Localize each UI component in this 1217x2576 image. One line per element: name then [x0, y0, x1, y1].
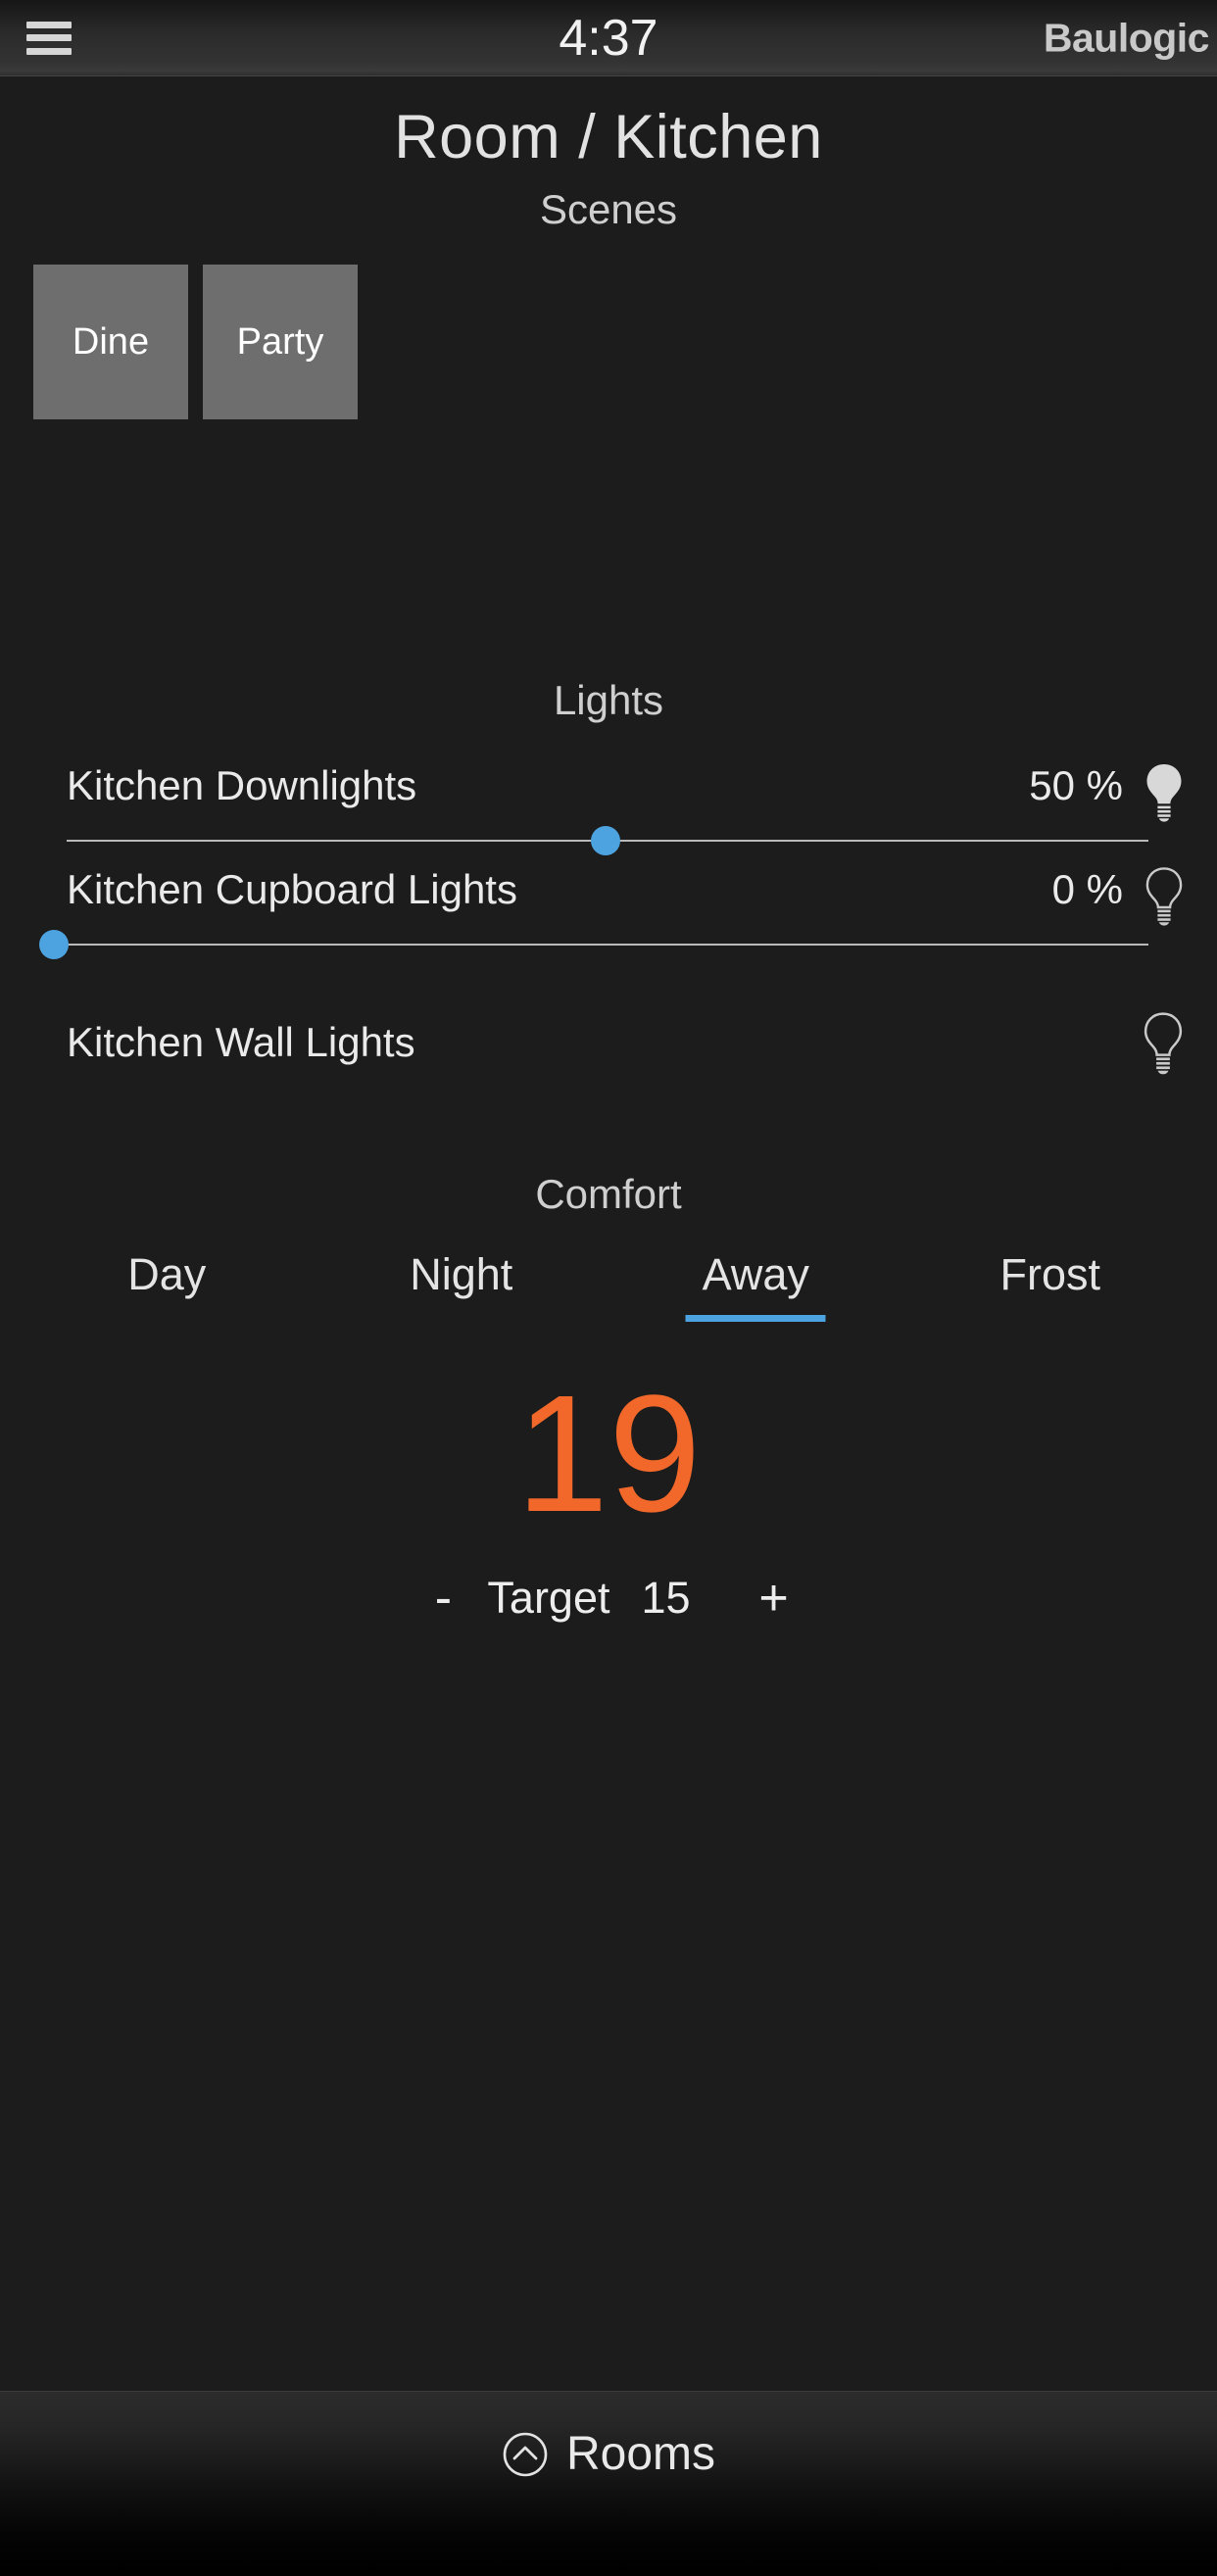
comfort-tab-label: Frost: [999, 1249, 1100, 1299]
light-row-header: Kitchen Wall Lights: [67, 969, 1184, 1116]
comfort-tab-label: Night: [410, 1249, 513, 1299]
lightbulb-filled-icon[interactable]: [1143, 761, 1186, 822]
lights-heading: Lights: [553, 677, 664, 723]
comfort-tab-away[interactable]: Away: [608, 1249, 903, 1322]
light-row: Kitchen Cupboard Lights 0 %: [0, 865, 1217, 969]
bottom-bar[interactable]: Rooms: [0, 2391, 1217, 2576]
lightbulb-outline-icon[interactable]: [1143, 865, 1186, 926]
app-root: 4:37 Baulogic Room / Kitchen Scenes Dine…: [0, 0, 1217, 2576]
comfort-tab-label: Away: [702, 1249, 809, 1299]
rooms-button[interactable]: Rooms: [502, 2431, 715, 2478]
page-title: Room / Kitchen: [394, 103, 823, 171]
lights-list: Kitchen Downlights 50 % Kitchen Cupboard…: [0, 761, 1217, 1116]
light-name: Kitchen Cupboard Lights: [67, 866, 517, 912]
scene-tile-label: Dine: [72, 320, 150, 363]
slider-track: [67, 944, 1148, 946]
current-temperature: 19: [515, 1361, 702, 1547]
brand-logo: Baulogic: [1043, 15, 1210, 60]
light-row: Kitchen Wall Lights: [0, 969, 1217, 1116]
status-clock: 4:37: [559, 9, 658, 67]
target-label: Target: [487, 1573, 610, 1623]
slider-thumb[interactable]: [39, 930, 69, 959]
comfort-tab-night[interactable]: Night: [315, 1249, 609, 1322]
light-row-header: Kitchen Cupboard Lights 0 %: [67, 865, 1184, 926]
scenes-heading: Scenes: [539, 186, 678, 232]
light-percent: 0 %: [1051, 866, 1123, 912]
scene-tile-party[interactable]: Party: [203, 265, 358, 419]
slider-thumb[interactable]: [591, 826, 620, 855]
light-row: Kitchen Downlights 50 %: [0, 761, 1217, 865]
scene-tile-dine[interactable]: Dine: [33, 265, 188, 419]
comfort-tab-list: Day Night Away Frost: [0, 1249, 1217, 1322]
comfort-tab-frost[interactable]: Frost: [903, 1249, 1198, 1322]
top-bar: 4:37 Baulogic: [0, 0, 1217, 76]
target-increase-button[interactable]: +: [730, 1569, 818, 1628]
rooms-label: Rooms: [565, 2428, 716, 2480]
light-name: Kitchen Wall Lights: [67, 1019, 415, 1065]
scene-tile-list: Dine Party: [0, 265, 1217, 419]
light-row-header: Kitchen Downlights 50 %: [67, 761, 1184, 822]
main-content: Room / Kitchen Scenes Dine Party Lights …: [0, 76, 1217, 2391]
comfort-tab-label: Day: [127, 1249, 207, 1299]
light-name: Kitchen Downlights: [67, 762, 417, 808]
light-slider[interactable]: [67, 824, 1184, 857]
target-control: - Target 15 +: [0, 1569, 1217, 1628]
scene-tile-label: Party: [236, 320, 324, 363]
lightbulb-outline-icon[interactable]: [1141, 1010, 1186, 1075]
target-value: 15: [641, 1573, 691, 1623]
comfort-heading: Comfort: [535, 1171, 682, 1217]
target-decrease-button[interactable]: -: [399, 1569, 487, 1628]
comfort-tab-day[interactable]: Day: [20, 1249, 315, 1322]
chevron-up-circle-icon: [502, 2431, 549, 2478]
light-percent: 50 %: [1029, 762, 1123, 808]
light-slider[interactable]: [39, 928, 1184, 961]
